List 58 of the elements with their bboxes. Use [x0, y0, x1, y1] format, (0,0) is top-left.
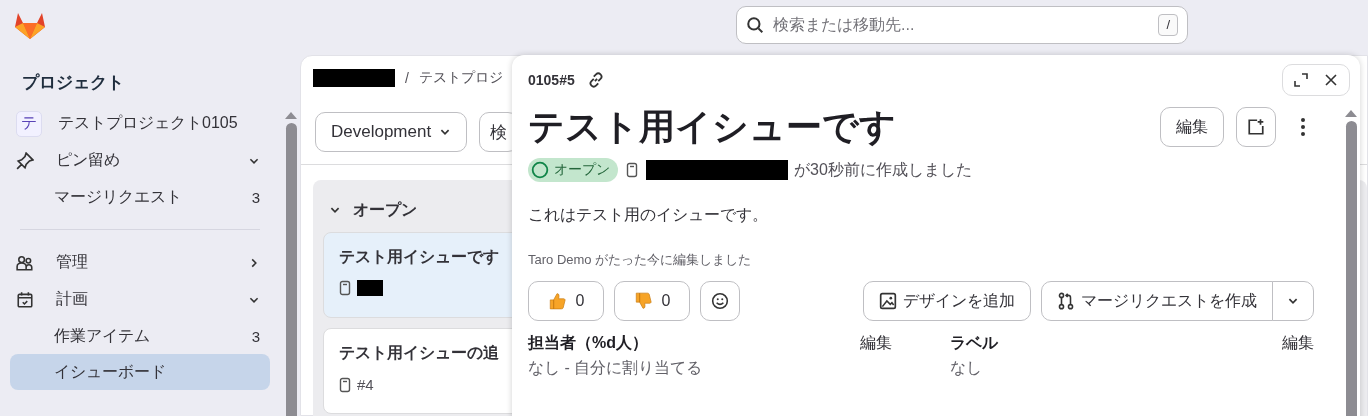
- scrollbar[interactable]: [1345, 110, 1357, 416]
- edit-button[interactable]: 編集: [1160, 107, 1224, 147]
- shortcut-key: /: [1158, 14, 1178, 36]
- thumbs-up-icon: [547, 292, 566, 310]
- status-badge: オープン: [528, 158, 618, 182]
- column-title: オープン: [353, 199, 417, 220]
- created-text: が30秒前に作成しました: [794, 159, 972, 180]
- redaction-block: [357, 280, 383, 296]
- smiley-icon: [711, 292, 729, 310]
- people-icon: [16, 253, 34, 272]
- close-icon[interactable]: [1323, 72, 1339, 88]
- attribute-label: ラベル: [950, 333, 998, 353]
- add-design-button[interactable]: デザインを追加: [863, 281, 1031, 321]
- attribute-label: 担当者（%d人）: [528, 333, 648, 353]
- sidebar-item[interactable]: イシューボード: [10, 354, 270, 390]
- scrollbar[interactable]: [285, 112, 297, 416]
- merge-request-icon: [1057, 292, 1075, 310]
- issue-description: これはテスト用のイシューです。: [528, 205, 769, 225]
- sidebar-section[interactable]: 管理: [10, 244, 270, 281]
- issue-title: テスト用イシューです: [528, 104, 897, 149]
- sidebar-item[interactable]: マージリクエスト 3: [10, 179, 270, 215]
- reaction-button[interactable]: 0: [528, 281, 604, 321]
- expand-icon[interactable]: [1293, 72, 1309, 88]
- issue-icon: [339, 280, 351, 296]
- edited-note: Taro Demo がたった今に編集しました: [528, 251, 753, 269]
- add-to-board-button[interactable]: [1236, 107, 1276, 147]
- reaction-button[interactable]: 0: [614, 281, 690, 321]
- pin-icon: [16, 151, 34, 170]
- attribute-value: なし - 自分に割り当てる: [528, 358, 704, 378]
- item-count: 3: [251, 327, 260, 345]
- create-merge-request-button[interactable]: マージリクエストを作成: [1041, 281, 1273, 321]
- issue-ref: #4: [357, 376, 374, 393]
- card-title: テスト用イシューです: [339, 247, 499, 267]
- dropdown-toggle[interactable]: [1272, 281, 1314, 321]
- edit-link[interactable]: 編集: [860, 333, 892, 354]
- item-count: 3: [251, 188, 260, 206]
- link-icon[interactable]: [586, 71, 605, 89]
- filter-dropdown[interactable]: Development: [315, 112, 468, 152]
- calendar-icon: [16, 290, 34, 309]
- attribute-value: なし: [950, 358, 983, 378]
- breadcrumb-link[interactable]: テストプロジ: [418, 69, 503, 87]
- project-link[interactable]: テ テストプロジェクト0105: [10, 105, 270, 142]
- issue-icon: [626, 162, 638, 178]
- project-avatar: テ: [16, 110, 42, 137]
- sidebar-item[interactable]: 作業アイテム 3: [10, 318, 270, 354]
- more-options-icon[interactable]: [1300, 117, 1306, 137]
- edit-link[interactable]: 編集: [1282, 333, 1314, 354]
- card-title: テスト用イシューの追: [339, 343, 499, 363]
- search-icon: [746, 16, 764, 34]
- sidebar-heading: プロジェクト: [21, 72, 125, 94]
- issue-icon: [339, 376, 351, 393]
- sidebar-section[interactable]: 計画: [10, 281, 270, 318]
- image-icon: [879, 292, 897, 310]
- issue-ref: 0105#5: [528, 72, 575, 88]
- emoji-button[interactable]: [700, 281, 740, 321]
- sidebar-section[interactable]: ピン留め: [10, 142, 270, 179]
- breadcrumb-separator: /: [405, 70, 409, 86]
- thumbs-down-icon: [633, 292, 652, 310]
